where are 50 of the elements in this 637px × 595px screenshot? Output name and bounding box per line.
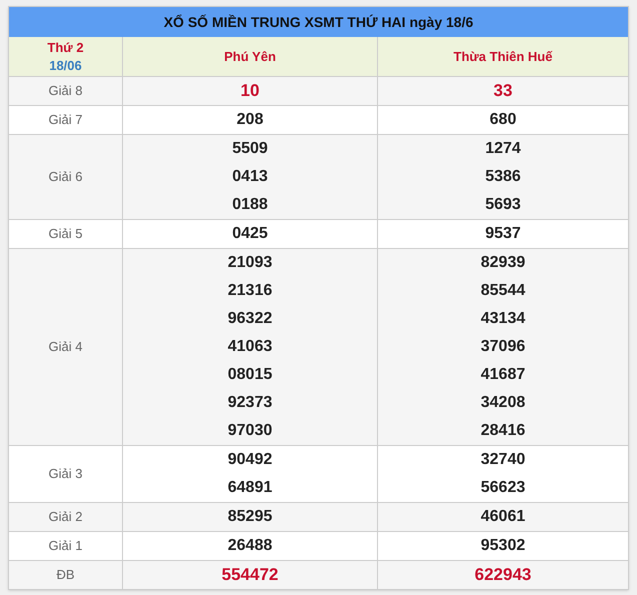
prize-label: ĐB	[56, 566, 75, 584]
prize-label: Giải 3	[48, 465, 82, 484]
province-heading: Phú Yên	[224, 48, 276, 66]
result-number: 90492	[228, 450, 272, 470]
result-number: 82939	[480, 253, 526, 273]
result-number: 26488	[228, 536, 272, 556]
result-number: 10	[240, 80, 260, 102]
result-number: 85295	[228, 507, 272, 527]
result-number: 208	[236, 110, 264, 130]
result-number: 32740	[480, 450, 526, 470]
result-number: 21316	[228, 281, 272, 301]
province-heading: Thừa Thiên Huế	[454, 48, 552, 66]
result-number: 96322	[228, 309, 272, 329]
result-number: 46061	[480, 507, 526, 527]
prize-label: Giải 5	[48, 225, 82, 244]
result-number: 0425	[232, 224, 268, 244]
result-number: 43134	[480, 309, 526, 329]
result-number: 33	[494, 80, 512, 102]
result-number: 97030	[228, 421, 272, 441]
result-number: 5386	[485, 167, 521, 187]
result-number: 5509	[232, 139, 268, 159]
result-number: 0188	[232, 195, 268, 215]
result-number: 64891	[228, 478, 272, 498]
result-number: 56623	[480, 478, 526, 498]
prize-label: Giải 8	[48, 82, 82, 100]
prize-label: Giải 2	[48, 508, 82, 526]
prize-label: Giải 1	[48, 537, 82, 556]
result-number: 85544	[480, 281, 526, 301]
result-number: 554472	[222, 564, 278, 586]
result-number: 622943	[474, 564, 532, 586]
result-number: 41687	[480, 365, 526, 385]
prize-label: Giải 4	[48, 338, 82, 356]
table-title: XỔ SỐ MIỀN TRUNG XSMT THỨ HAI ngày 18/6	[9, 7, 628, 37]
result-number: 680	[490, 110, 516, 130]
result-number: 41063	[228, 337, 272, 357]
day-label: Thứ 2	[47, 38, 84, 56]
result-number: 21093	[228, 253, 272, 273]
result-number: 34208	[480, 393, 526, 413]
result-number: 1274	[485, 139, 521, 159]
result-number: 0413	[232, 167, 268, 187]
result-number: 5693	[485, 195, 521, 215]
result-number: 92373	[228, 393, 272, 413]
date-label: 18/06	[49, 56, 82, 74]
result-number: 37096	[480, 337, 526, 357]
result-number: 28416	[480, 421, 526, 441]
result-number: 95302	[480, 536, 526, 556]
result-number: 08015	[228, 365, 272, 385]
prize-label: Giải 6	[48, 168, 82, 186]
result-number: 9537	[485, 224, 521, 244]
prize-label: Giải 7	[48, 111, 82, 130]
